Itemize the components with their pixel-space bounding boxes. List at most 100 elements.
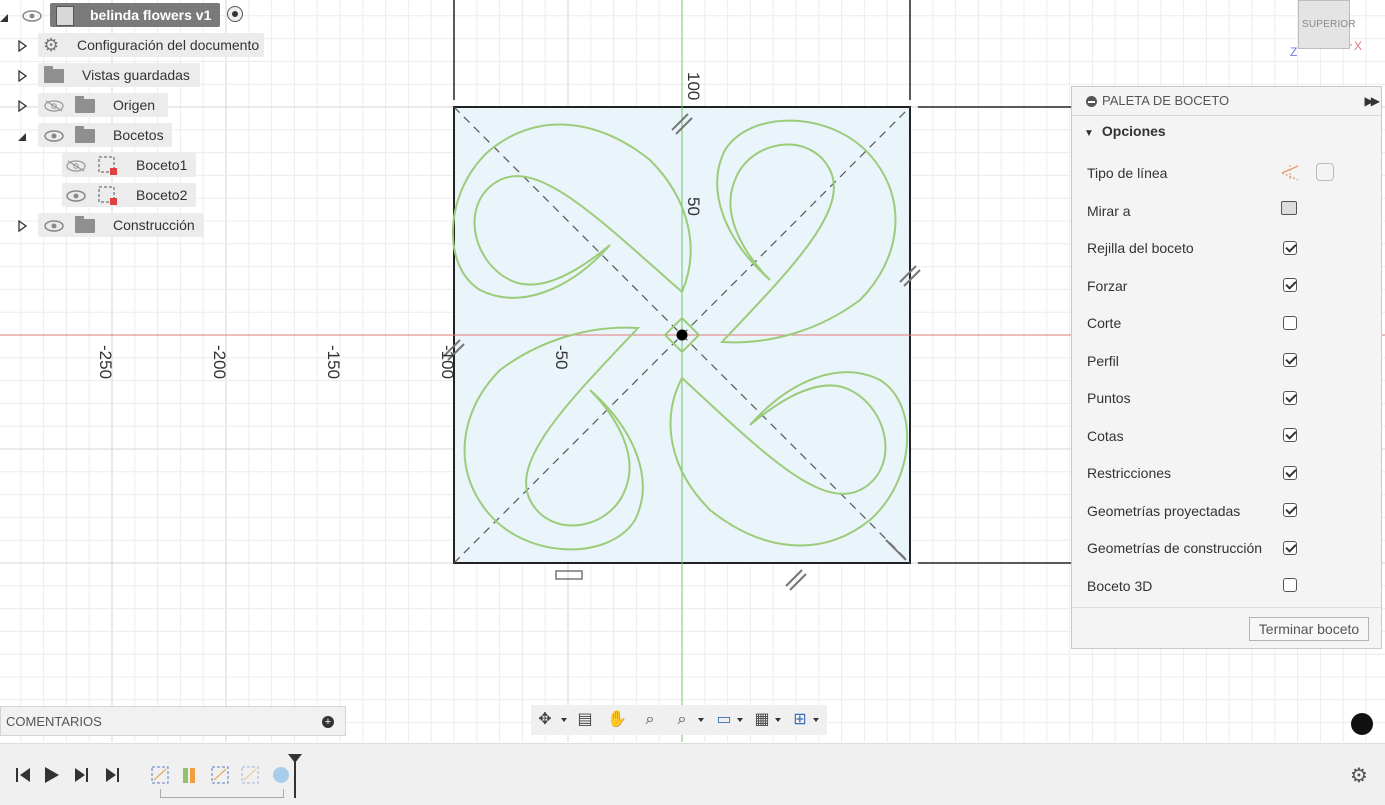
- play-icon[interactable]: [43, 766, 63, 784]
- palette-title: PALETA DE BOCETO: [1102, 93, 1230, 108]
- profile-checkbox[interactable]: [1283, 353, 1297, 367]
- go-to-end-icon[interactable]: [104, 766, 124, 784]
- folder-icon: [75, 96, 95, 113]
- option-label-construction-geometry: Geometrías de construcción: [1087, 540, 1263, 556]
- tree-item-label: Boceto1: [136, 157, 188, 173]
- palette-divider: [1072, 607, 1381, 608]
- grid-settings-icon[interactable]: ▦: [751, 709, 773, 731]
- option-label-points: Puntos: [1087, 390, 1131, 406]
- timeline-bar: ⚙: [0, 743, 1385, 805]
- navigation-toolbar: ✥ ▤ ✋ ⌕ ⌕ ▭ ▦ ⊞: [531, 705, 827, 735]
- component-icon: [56, 6, 74, 26]
- comments-panel[interactable]: COMENTARIOS +: [0, 706, 346, 736]
- option-label-snap: Forzar: [1087, 278, 1128, 294]
- display-settings-icon[interactable]: ▭: [713, 709, 735, 731]
- collapse-arrow-icon[interactable]: [18, 129, 28, 141]
- ruler-tick-label: -100: [438, 345, 457, 379]
- timeline-feature-icon[interactable]: [270, 764, 292, 789]
- collapse-arrow-icon[interactable]: [0, 9, 10, 22]
- projected-geometry-checkbox[interactable]: [1283, 503, 1297, 517]
- chevron-down-icon[interactable]: [698, 718, 704, 722]
- pan-hand-icon[interactable]: ✋: [606, 709, 628, 731]
- expand-arrow-icon[interactable]: [18, 39, 28, 53]
- collapse-palette-icon[interactable]: [1086, 96, 1097, 107]
- chevron-down-icon[interactable]: [813, 718, 819, 722]
- centerline-icon[interactable]: [1316, 163, 1334, 181]
- constraints-checkbox[interactable]: [1283, 466, 1297, 480]
- folder-icon: [75, 126, 95, 143]
- folder-icon: [75, 216, 95, 233]
- look-at-icon[interactable]: ▤: [574, 709, 596, 731]
- gear-icon: ⚙: [43, 35, 60, 55]
- tree-item-label: Bocetos: [113, 127, 164, 143]
- snap-checkbox[interactable]: [1283, 278, 1297, 292]
- timeline-sketch-icon[interactable]: [210, 764, 232, 789]
- viewcube[interactable]: SUPERIOR: [1298, 0, 1356, 49]
- orbit-icon[interactable]: ✥: [534, 709, 556, 731]
- slice-checkbox[interactable]: [1283, 316, 1297, 330]
- expand-palette-icon[interactable]: ▶▶: [1365, 87, 1381, 115]
- gear-icon[interactable]: ⚙: [1350, 763, 1368, 788]
- expand-arrow-icon[interactable]: [18, 99, 28, 113]
- points-checkbox[interactable]: [1283, 391, 1297, 405]
- chevron-down-icon[interactable]: [561, 718, 567, 722]
- option-label-constraints: Restricciones: [1087, 465, 1172, 481]
- expand-arrow-icon[interactable]: [18, 219, 28, 233]
- triad-x-label: X: [1354, 39, 1362, 53]
- tree-item-label: Boceto2: [136, 187, 188, 203]
- eye-hidden-icon[interactable]: [44, 99, 64, 115]
- ruler-tick-label: 50: [684, 197, 703, 216]
- timeline-group-bracket: [160, 789, 284, 798]
- ruler-tick-label: -200: [210, 345, 229, 379]
- horizontal-constraint-icon: [555, 570, 583, 580]
- option-label-profile: Perfil: [1087, 353, 1119, 369]
- construction-geometry-checkbox[interactable]: [1283, 541, 1297, 555]
- timeline-extrude-icon[interactable]: [180, 764, 202, 789]
- timeline-sketch-icon[interactable]: [150, 764, 172, 789]
- tree-item-label: Origen: [113, 97, 156, 113]
- finish-sketch-button[interactable]: Terminar boceto: [1249, 617, 1369, 641]
- sketch-icon: [98, 186, 118, 209]
- add-comment-icon[interactable]: +: [322, 716, 334, 728]
- step-forward-icon[interactable]: [73, 766, 93, 784]
- ruler-tick-label: -150: [324, 345, 343, 379]
- zoom-icon[interactable]: ⌕: [639, 709, 661, 731]
- 3d-sketch-checkbox[interactable]: [1283, 578, 1297, 592]
- line-type-icon[interactable]: [1280, 163, 1300, 186]
- timeline-sketch-icon[interactable]: [240, 764, 262, 789]
- go-to-start-icon[interactable]: [12, 766, 32, 784]
- help-bubble-icon[interactable]: [1351, 713, 1373, 735]
- ruler-tick-label: -50: [552, 345, 571, 370]
- expand-arrow-icon[interactable]: [18, 69, 28, 83]
- eye-icon[interactable]: [66, 189, 86, 205]
- look-at-icon[interactable]: [1281, 201, 1297, 215]
- ruler-tick-label: -250: [96, 345, 115, 379]
- palette-header[interactable]: PALETA DE BOCETO ▶▶: [1072, 87, 1381, 116]
- viewcube-face-label: SUPERIOR: [1302, 19, 1356, 30]
- active-radio-icon[interactable]: [227, 6, 243, 22]
- viewports-icon[interactable]: ⊞: [789, 709, 811, 731]
- tree-item-label: Configuración del documento: [77, 37, 260, 53]
- tree-item-label: Construcción: [113, 217, 195, 233]
- dimensions-checkbox[interactable]: [1283, 428, 1297, 442]
- section-label: Opciones: [1101, 123, 1166, 139]
- timeline-marker-handle[interactable]: [288, 754, 302, 763]
- palette-section-options[interactable]: ▼ Opciones: [1084, 123, 1166, 139]
- chevron-down-icon[interactable]: [737, 718, 743, 722]
- option-label-look-at: Mirar a: [1087, 203, 1131, 219]
- eye-icon[interactable]: [44, 129, 64, 145]
- folder-icon: [44, 66, 64, 83]
- root-component-label: belinda flowers v1: [90, 7, 212, 23]
- origin-point[interactable]: [676, 329, 688, 341]
- eye-icon[interactable]: [22, 9, 42, 25]
- option-label-3d-sketch: Boceto 3D: [1087, 578, 1153, 594]
- eye-icon[interactable]: [44, 219, 64, 235]
- sketch-palette: PALETA DE BOCETO ▶▶ ▼ Opciones Tipo de lí…: [1071, 86, 1382, 649]
- eye-hidden-icon[interactable]: [66, 159, 86, 175]
- sketch-grid-checkbox[interactable]: [1283, 241, 1297, 255]
- tree-item-label: Vistas guardadas: [82, 67, 190, 83]
- zoom-window-icon[interactable]: ⌕: [671, 709, 693, 731]
- chevron-down-icon[interactable]: [775, 718, 781, 722]
- option-label-line-type: Tipo de línea: [1087, 165, 1168, 181]
- comments-label: COMENTARIOS: [6, 714, 102, 729]
